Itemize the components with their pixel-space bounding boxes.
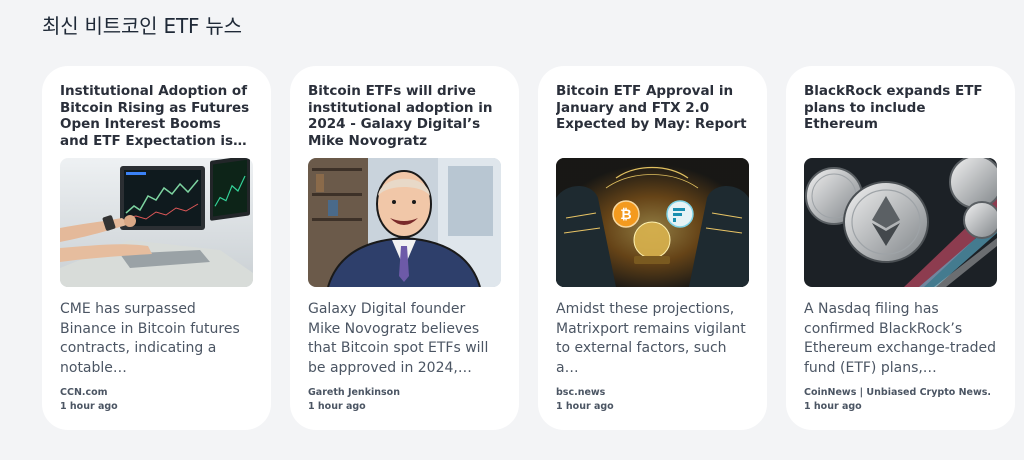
card-timestamp: 1 hour ago xyxy=(804,401,862,412)
card-title[interactable]: Bitcoin ETFs will drive institutional ad… xyxy=(308,83,501,151)
svg-text:₿: ₿ xyxy=(620,207,631,223)
card-source: CCN.com xyxy=(60,387,108,398)
card-source: bsc.news xyxy=(556,387,606,398)
card-title[interactable]: Institutional Adoption of Bitcoin Rising… xyxy=(60,83,253,151)
card-description: CME has surpassed Binance in Bitcoin fut… xyxy=(60,301,240,376)
card-timestamp: 1 hour ago xyxy=(556,401,614,412)
section-title: 최신 비트코인 ETF 뉴스 xyxy=(42,14,242,38)
card-image-crystal-ball-illustration[interactable]: ₿ xyxy=(556,158,749,287)
card-image-trading-laptop[interactable] xyxy=(60,158,253,287)
news-card[interactable]: Bitcoin ETF Approval in January and FTX … xyxy=(538,66,767,430)
card-description: Galaxy Digital founder Mike Novogratz be… xyxy=(308,301,489,376)
news-card[interactable]: BlackRock expands ETF plans to include E… xyxy=(786,66,1015,430)
card-source: Gareth Jenkinson xyxy=(308,387,400,398)
card-timestamp: 1 hour ago xyxy=(308,401,366,412)
news-card[interactable]: Bitcoin ETFs will drive institutional ad… xyxy=(290,66,519,430)
card-description: Amidst these projections, Matrixport rem… xyxy=(556,301,746,376)
news-card[interactable]: Institutional Adoption of Bitcoin Rising… xyxy=(42,66,271,430)
card-title[interactable]: BlackRock expands ETF plans to include E… xyxy=(804,83,997,151)
card-title[interactable]: Bitcoin ETF Approval in January and FTX … xyxy=(556,83,749,151)
card-timestamp: 1 hour ago xyxy=(60,401,118,412)
card-description: A Nasdaq filing has confirmed BlackRock’… xyxy=(804,301,997,376)
card-image-ethereum-coins[interactable] xyxy=(804,158,997,287)
card-image-portrait-illustration[interactable] xyxy=(308,158,501,287)
card-source: CoinNews | Unbiased Crypto News. xyxy=(804,387,992,398)
news-card-list: Institutional Adoption of Bitcoin Rising… xyxy=(42,66,1015,430)
